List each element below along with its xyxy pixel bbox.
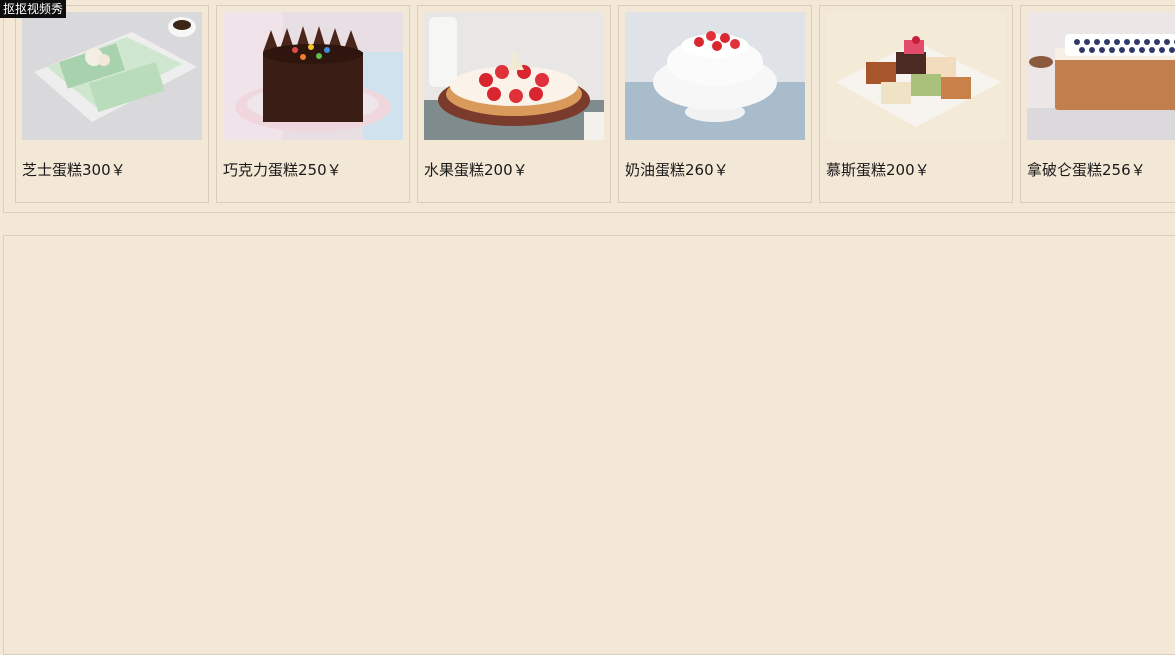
product-card-cream-cake[interactable]: 奶油蛋糕260￥ bbox=[618, 5, 812, 203]
fruit-cake-image bbox=[424, 12, 604, 140]
product-card-napoleon-cake[interactable]: 拿破仑蛋糕256￥ bbox=[1020, 5, 1175, 203]
product-label: 巧克力蛋糕250￥ bbox=[223, 161, 342, 179]
napoleon-cake-image bbox=[1027, 12, 1175, 140]
mousse-cake-image bbox=[826, 12, 1006, 140]
product-label: 水果蛋糕200￥ bbox=[424, 161, 528, 179]
product-card-cheese-cake[interactable]: 芝士蛋糕300￥ bbox=[15, 5, 209, 203]
product-label: 奶油蛋糕260￥ bbox=[625, 161, 729, 179]
cheese-cake-image bbox=[22, 12, 202, 140]
content-panel bbox=[3, 235, 1175, 655]
chocolate-cake-image bbox=[223, 12, 403, 140]
cream-cake-image bbox=[625, 12, 805, 140]
product-carousel: 芝士蛋糕300￥ 巧克力蛋糕250￥ 水果蛋糕200￥ 奶油蛋糕260￥ 慕斯蛋… bbox=[3, 0, 1175, 213]
product-card-fruit-cake[interactable]: 水果蛋糕200￥ bbox=[417, 5, 611, 203]
product-label: 慕斯蛋糕200￥ bbox=[826, 161, 930, 179]
product-card-chocolate-cake[interactable]: 巧克力蛋糕250￥ bbox=[216, 5, 410, 203]
product-label: 芝士蛋糕300￥ bbox=[22, 161, 126, 179]
product-card-mousse-cake[interactable]: 慕斯蛋糕200￥ bbox=[819, 5, 1013, 203]
product-label: 拿破仑蛋糕256￥ bbox=[1027, 161, 1146, 179]
watermark: 抠抠视频秀 bbox=[0, 0, 67, 18]
